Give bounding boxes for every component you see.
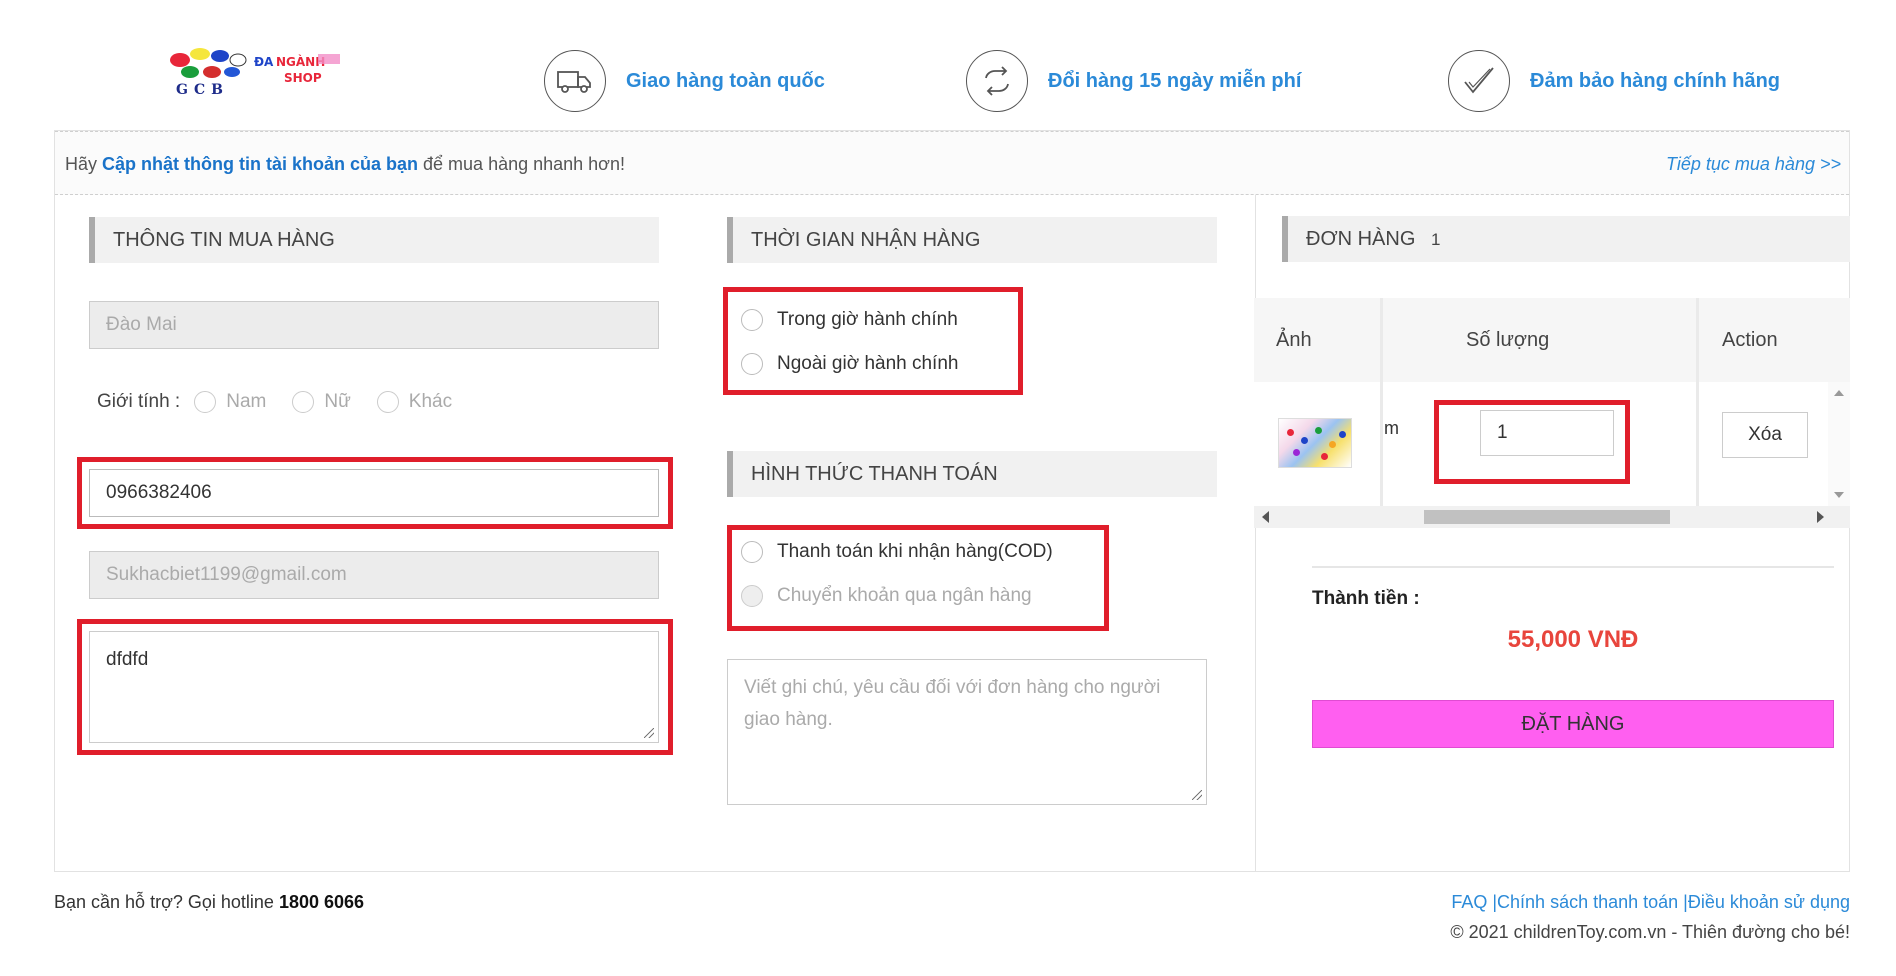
feature-nationwide-delivery: Giao hàng toàn quốc <box>544 50 825 112</box>
scroll-right-arrow-icon[interactable] <box>1817 511 1824 523</box>
gender-label: Giới tính : <box>97 391 181 412</box>
checkmark-icon <box>1448 50 1510 112</box>
horizontal-scrollbar[interactable] <box>1254 506 1850 528</box>
copyright-text: © 2021 childrenToy.com.vn - Thiên đường … <box>1450 922 1850 942</box>
product-thumbnail[interactable] <box>1278 418 1352 468</box>
highlight-box <box>727 525 1109 631</box>
order-note-field[interactable]: Viết ghi chú, yêu cầu đối với đơn hàng c… <box>727 659 1207 805</box>
column-header-action: Action <box>1722 329 1778 351</box>
scroll-down-arrow-icon[interactable] <box>1834 492 1844 498</box>
column-header-image: Ảnh <box>1276 329 1312 351</box>
feature-genuine-guarantee: Đảm bảo hàng chính hãng <box>1448 50 1780 112</box>
radio-button[interactable] <box>292 391 315 413</box>
order-note-placeholder: Viết ghi chú, yêu cầu đối với đơn hàng c… <box>744 677 1161 730</box>
svg-text:GCB: GCB <box>176 82 229 98</box>
radio-button[interactable] <box>194 391 217 413</box>
buyer-info-title: THÔNG TIN MUA HÀNG <box>89 217 659 263</box>
gender-option-female[interactable]: Nữ <box>292 391 351 413</box>
svg-text:SHOP: SHOP <box>284 71 322 85</box>
highlight-box <box>77 619 673 755</box>
total-label: Thành tiền : <box>1312 588 1420 609</box>
gender-group: Giới tính : Nam Nữ Khác <box>97 391 452 413</box>
column-divider <box>1380 298 1383 506</box>
column-divider <box>1696 298 1699 506</box>
product-name-cut: m <box>1384 418 1399 438</box>
resize-handle[interactable] <box>1192 790 1202 800</box>
hotline-number[interactable]: 1800 6066 <box>279 892 364 912</box>
scroll-left-arrow-icon[interactable] <box>1262 511 1269 523</box>
gender-option-other[interactable]: Khác <box>376 391 452 413</box>
svg-text:NGÀNH: NGÀNH <box>276 54 325 69</box>
update-account-link[interactable]: Cập nhật thông tin tài khoản của bạn <box>102 154 418 174</box>
header: GCB ĐA NGÀNH SHOP Giao hàng toàn quốc Đổ… <box>0 0 1896 130</box>
column-header-quantity: Số lượng <box>1466 329 1550 351</box>
highlight-box <box>77 457 673 529</box>
scroll-up-arrow-icon[interactable] <box>1834 390 1844 396</box>
email-field[interactable]: Sukhacbiet1199@gmail.com <box>89 551 659 599</box>
shop-logo[interactable]: GCB ĐA NGÀNH SHOP <box>168 46 368 98</box>
vertical-scrollbar[interactable] <box>1828 382 1850 506</box>
place-order-button[interactable]: ĐẶT HÀNG <box>1312 700 1834 748</box>
name-field[interactable]: Đào Mai <box>89 301 659 349</box>
feature-label: Đổi hàng 15 ngày miễn phí <box>1048 69 1302 92</box>
feature-free-exchange: Đổi hàng 15 ngày miễn phí <box>966 50 1301 112</box>
account-notice-bar: Hãy Cập nhật thông tin tài khoản của bạn… <box>55 131 1849 195</box>
exchange-icon <box>966 50 1028 112</box>
divider <box>1312 566 1834 568</box>
scrollbar-thumb[interactable] <box>1424 510 1670 524</box>
svg-text:ĐA: ĐA <box>254 55 274 69</box>
continue-shopping-link[interactable]: Tiếp tục mua hàng >> <box>1666 154 1841 175</box>
gender-option-male[interactable]: Nam <box>194 391 266 413</box>
truck-icon <box>544 50 606 112</box>
radio-button[interactable] <box>376 391 399 413</box>
feature-label: Đảm bảo hàng chính hãng <box>1530 69 1781 92</box>
highlight-box <box>723 287 1023 395</box>
column-divider <box>1255 195 1256 871</box>
support-hotline: Bạn cần hỗ trợ? Gọi hotline 1800 6066 <box>54 892 365 912</box>
highlight-box <box>1434 400 1630 484</box>
account-notice-text: Hãy Cập nhật thông tin tài khoản của bạn… <box>65 154 625 174</box>
order-count: 1 <box>1430 230 1441 249</box>
footer-links[interactable]: FAQ |Chính sách thanh toán |Điều khoản s… <box>1451 892 1850 913</box>
total-amount: 55,000 VNĐ <box>1507 626 1639 653</box>
delete-button[interactable]: Xóa <box>1722 412 1808 458</box>
order-title: ĐƠN HÀNG 1 <box>1282 216 1850 262</box>
feature-label: Giao hàng toàn quốc <box>626 69 825 92</box>
delivery-time-title: THỜI GIAN NHẬN HÀNG <box>727 217 1217 263</box>
payment-method-title: HÌNH THỨC THANH TOÁN <box>727 451 1217 497</box>
